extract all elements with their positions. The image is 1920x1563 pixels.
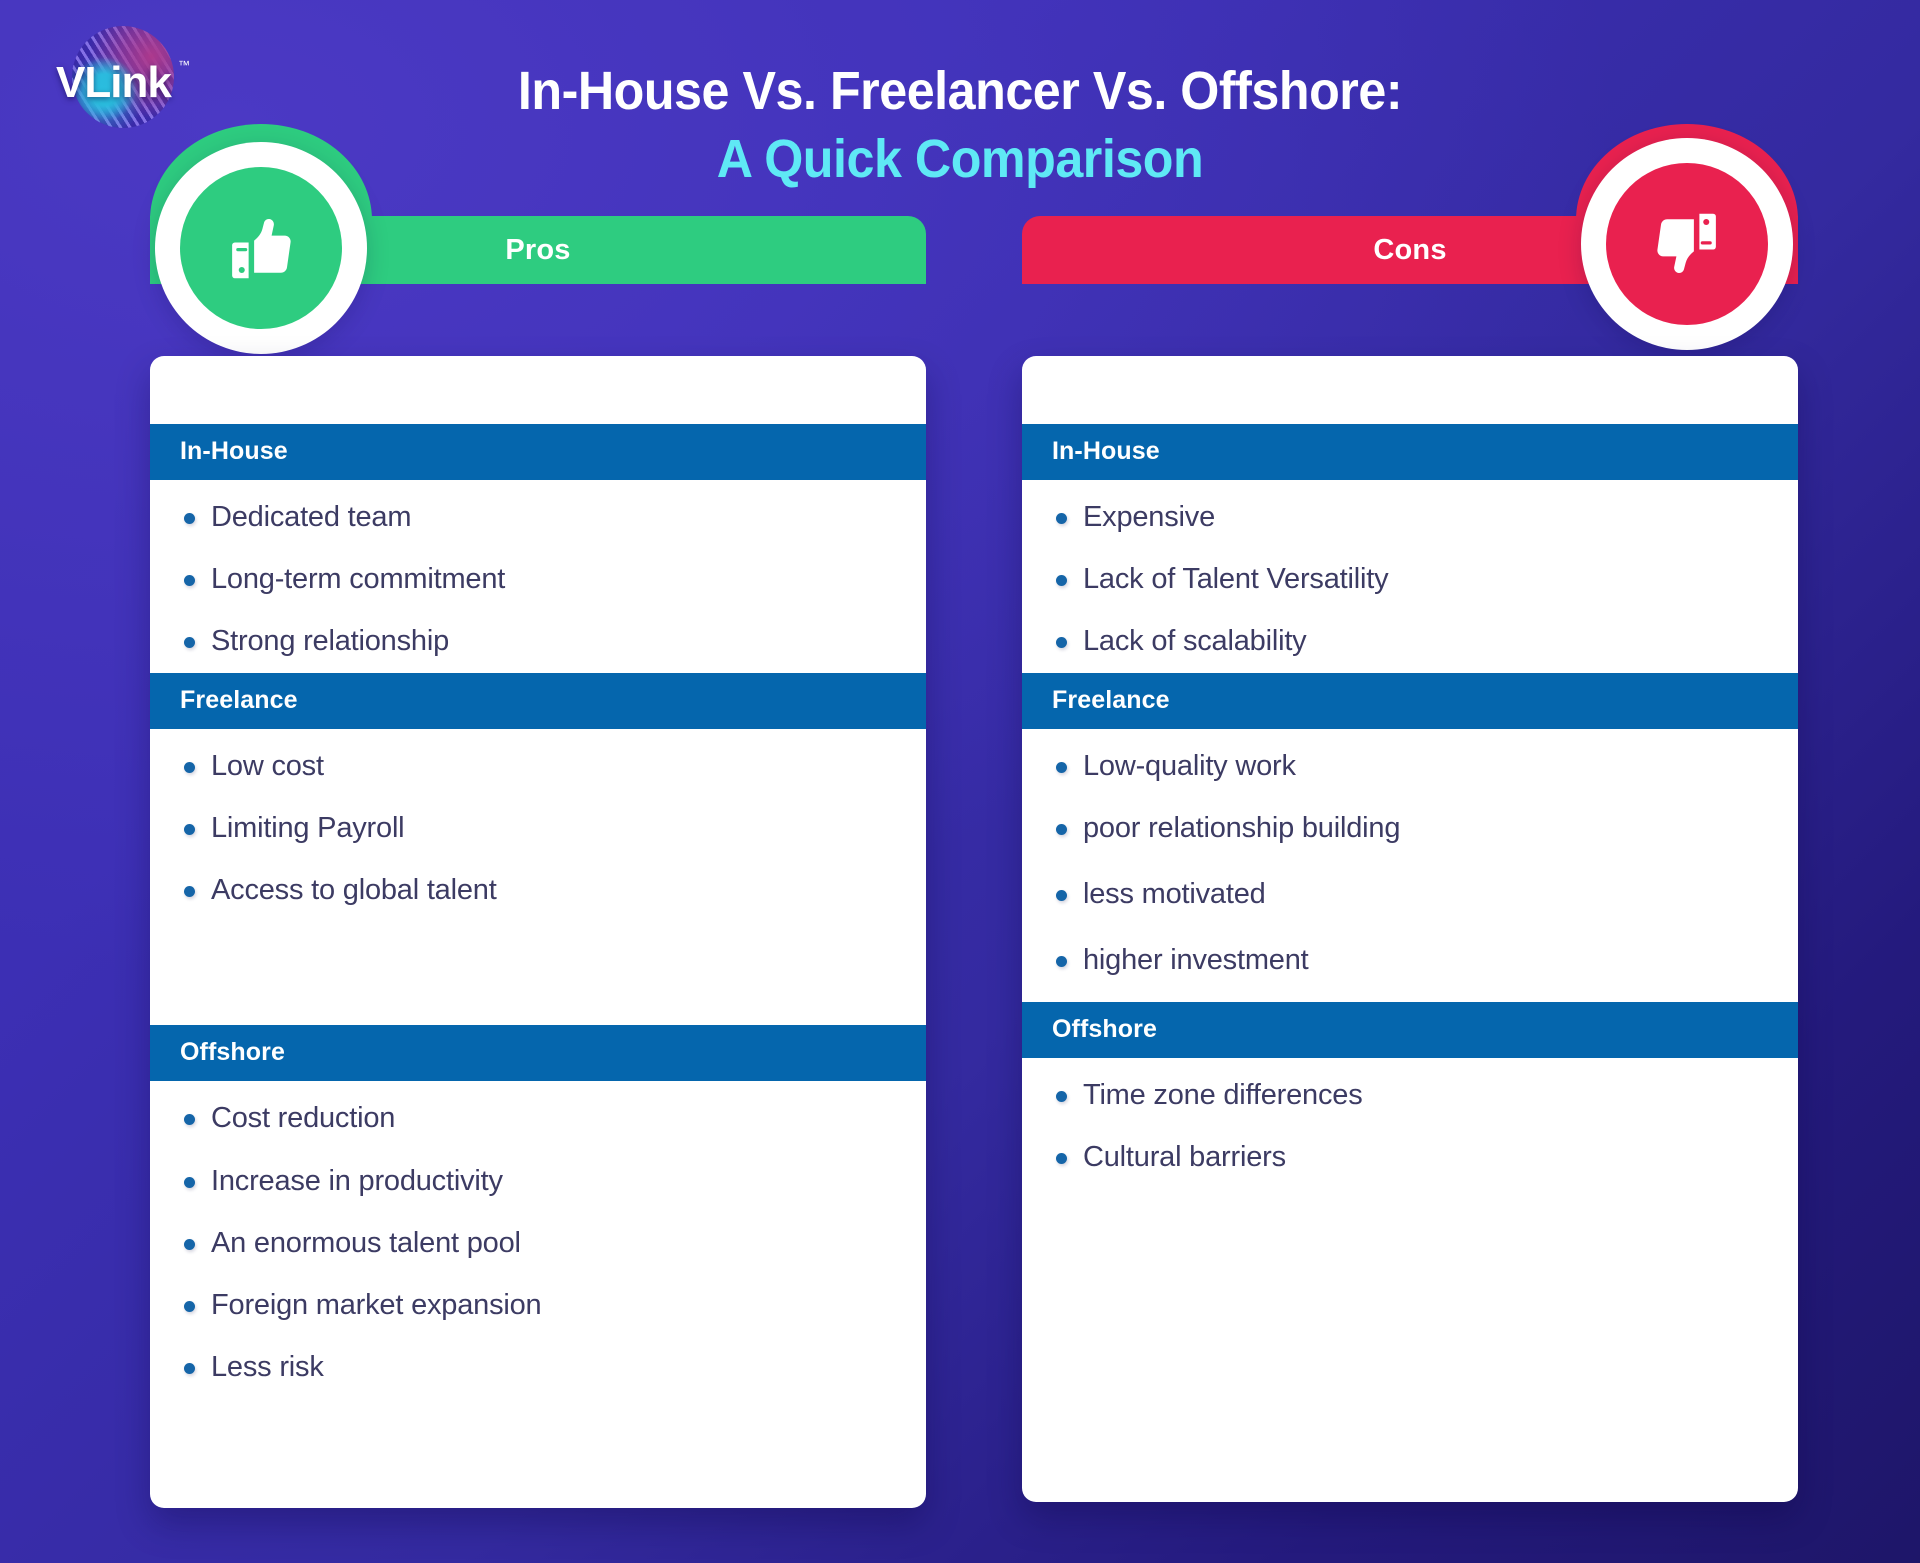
cons-card: In-House Expensive Lack of Talent Versat… <box>1022 356 1798 1502</box>
bullet-dot-icon <box>184 637 195 649</box>
list-item: Cost reduction <box>184 1101 896 1135</box>
cons-section-heading-offshore: Offshore <box>1022 1001 1798 1058</box>
comparison-board: Pros Cons In-House Dedicated team Long-t… <box>0 124 1920 1516</box>
list-item: Access to global talent <box>184 873 896 907</box>
bullet-dot-icon <box>1056 513 1067 524</box>
list-item-label: Long-term commitment <box>211 563 506 596</box>
bullet-dot-icon <box>184 1176 195 1188</box>
pros-label: Pros <box>505 233 571 266</box>
cons-section-body-offshore: Time zone differences Cultural barriers <box>1022 1058 1798 1188</box>
list-item-label: Strong relationship <box>211 625 450 658</box>
pros-card-top-gap <box>150 356 926 424</box>
list-item: poor relationship building <box>1056 811 1768 845</box>
cons-section-heading-freelance: Freelance <box>1022 672 1798 729</box>
page-title-line-1: In-House Vs. Freelancer Vs. Offshore: <box>517 61 1403 121</box>
pros-section-heading-offshore: Offshore <box>150 1025 926 1082</box>
cons-badge <box>1581 138 1793 350</box>
list-item-label: poor relationship building <box>1083 811 1401 844</box>
bullet-dot-icon <box>184 575 195 587</box>
pros-section-body-offshore: Cost reduction Increase in productivity … <box>150 1081 926 1398</box>
cons-card-top-gap <box>1022 356 1798 424</box>
list-item-label: Dedicated team <box>211 501 412 533</box>
bullet-dot-icon <box>184 823 195 835</box>
bullet-dot-icon <box>1056 956 1067 968</box>
cons-section-body-in-house: Expensive Lack of Talent Versatility Lac… <box>1022 480 1798 673</box>
cons-label: Cons <box>1373 233 1447 266</box>
pros-card: In-House Dedicated team Long-term commit… <box>150 356 926 1508</box>
pros-section-body-freelance: Low cost Limiting Payroll Access to glob… <box>150 729 926 1026</box>
bullet-dot-icon <box>1056 761 1067 773</box>
pros-badge <box>155 142 367 354</box>
list-item: Long-term commitment <box>184 562 896 596</box>
bullet-dot-icon <box>1056 890 1067 902</box>
bullet-dot-icon <box>184 1300 195 1312</box>
list-item: Strong relationship <box>184 624 896 658</box>
bullet-dot-icon <box>184 513 195 524</box>
list-item-label: Foreign market expansion <box>211 1288 542 1321</box>
bullet-dot-icon <box>184 1238 195 1250</box>
list-item-label: Limiting Payroll <box>211 811 405 844</box>
list-item: Dedicated team <box>184 500 896 534</box>
list-item: Increase in productivity <box>184 1164 896 1198</box>
list-item: Lack of scalability <box>1056 624 1768 658</box>
list-item-label: Lack of scalability <box>1083 625 1307 658</box>
list-item: Low cost <box>184 749 896 783</box>
brand-name: VLink <box>56 58 172 107</box>
list-item-label: higher investment <box>1083 944 1309 977</box>
list-item-label: Lack of Talent Versatility <box>1083 563 1389 596</box>
list-item-label: Expensive <box>1083 501 1215 533</box>
list-item: Lack of Talent Versatility <box>1056 562 1768 596</box>
pros-section-body-in-house: Dedicated team Long-term commitment Stro… <box>150 480 926 673</box>
thumbs-down-icon <box>1606 163 1768 325</box>
pros-section-heading-in-house: In-House <box>150 424 926 480</box>
bullet-dot-icon <box>184 1114 195 1126</box>
bullet-dot-icon <box>1056 575 1067 587</box>
bullet-dot-icon <box>184 1363 195 1375</box>
bullet-dot-icon <box>1056 823 1067 835</box>
list-item: Low-quality work <box>1056 749 1768 783</box>
list-item: higher investment <box>1056 943 1768 977</box>
pros-section-heading-freelance: Freelance <box>150 672 926 729</box>
bullet-dot-icon <box>1056 1090 1067 1102</box>
list-item: Time zone differences <box>1056 1078 1768 1112</box>
list-item-label: An enormous talent pool <box>211 1226 521 1259</box>
list-item: An enormous talent pool <box>184 1226 896 1260</box>
cons-section-heading-in-house: In-House <box>1022 424 1798 480</box>
list-item-label: Time zone differences <box>1083 1078 1363 1111</box>
list-item-label: Low cost <box>211 749 324 782</box>
list-item-label: Cultural barriers <box>1083 1140 1286 1173</box>
trademark-symbol: ™ <box>178 58 190 72</box>
list-item-label: Less risk <box>211 1351 324 1384</box>
list-item-label: Cost reduction <box>211 1102 396 1135</box>
list-item-label: Increase in productivity <box>211 1164 503 1197</box>
list-item: Limiting Payroll <box>184 811 896 845</box>
list-item: Cultural barriers <box>1056 1140 1768 1174</box>
list-item-label: less motivated <box>1083 878 1266 911</box>
bullet-dot-icon <box>1056 1152 1067 1164</box>
list-item: Foreign market expansion <box>184 1288 896 1322</box>
bullet-dot-icon <box>184 761 195 773</box>
list-item: less motivated <box>1056 877 1768 911</box>
bullet-dot-icon <box>184 886 195 898</box>
list-item: Expensive <box>1056 500 1768 534</box>
list-item: Less risk <box>184 1350 896 1384</box>
cons-section-body-freelance: Low-quality work poor relationship build… <box>1022 729 1798 1002</box>
bullet-dot-icon <box>1056 637 1067 649</box>
thumbs-up-icon <box>180 167 342 329</box>
list-item-label: Low-quality work <box>1083 749 1296 782</box>
list-item-label: Access to global talent <box>211 874 497 907</box>
